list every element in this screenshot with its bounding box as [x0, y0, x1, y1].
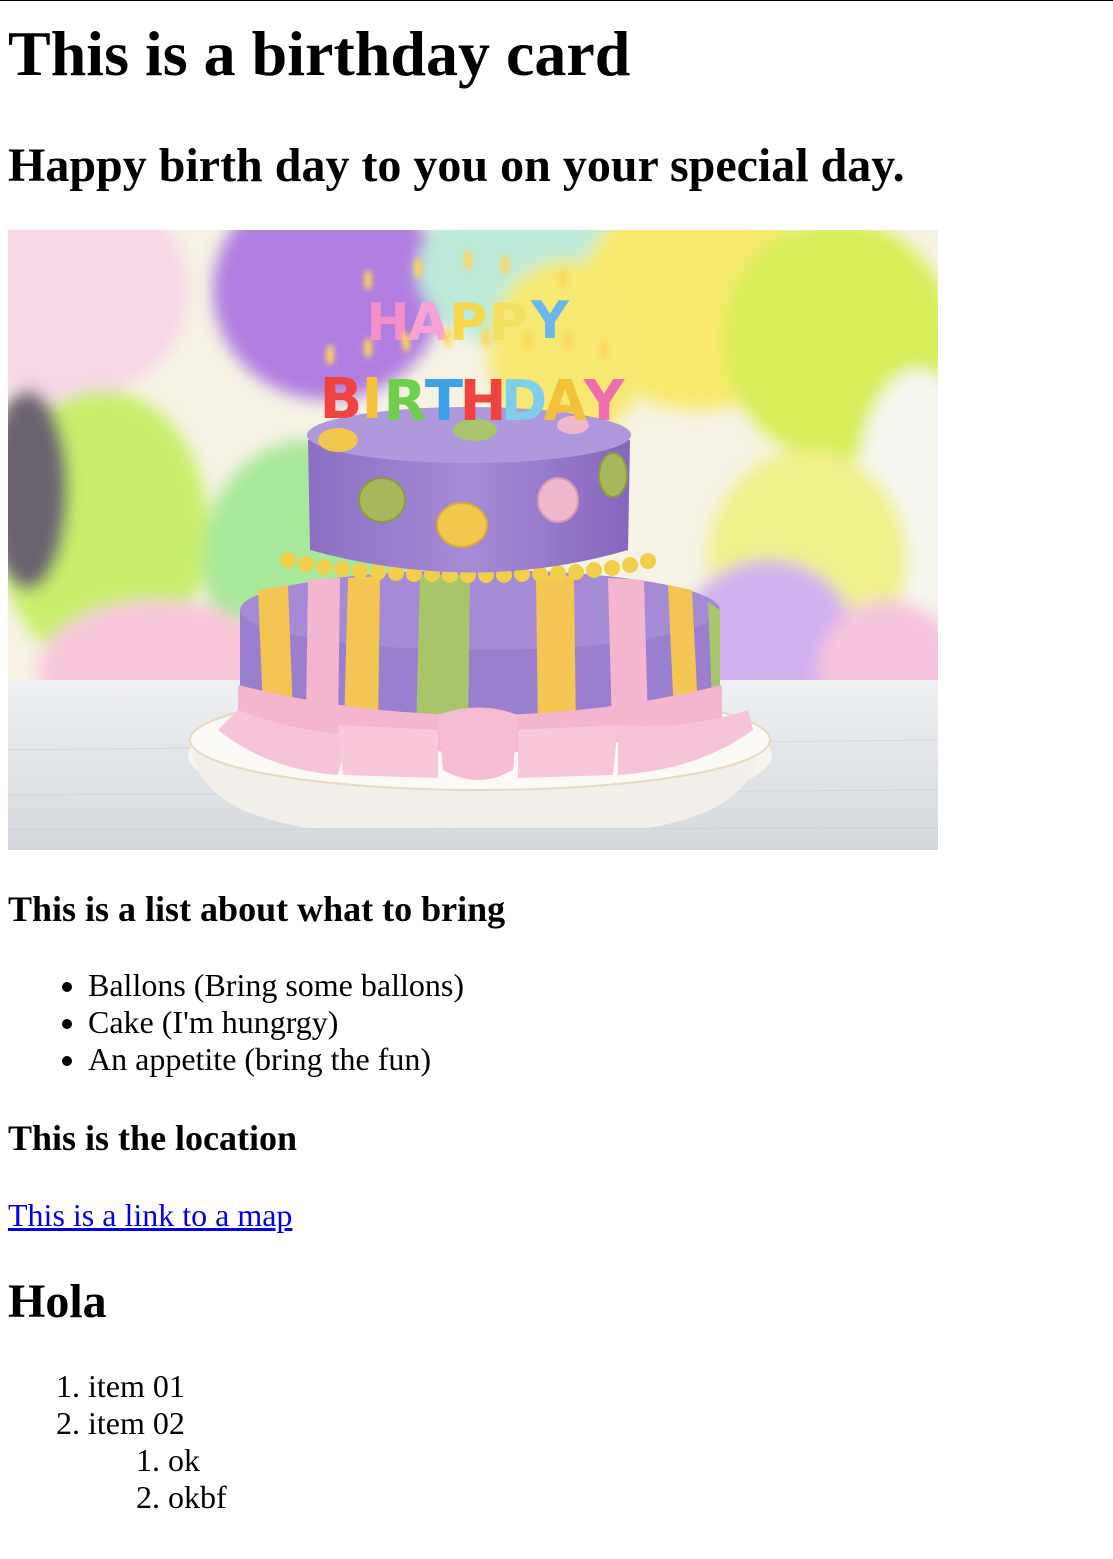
map-link[interactable]: This is a link to a map	[8, 1197, 292, 1234]
birthday-cake-image: H A P P Y B I R T H D A Y	[8, 230, 938, 850]
bring-list-heading: This is a list about what to bring	[8, 889, 506, 929]
svg-text:R: R	[383, 369, 426, 434]
top-border	[0, 0, 1113, 1]
items-list: item 01 item 02 ok okbf	[8, 1368, 227, 1516]
svg-text:H: H	[460, 369, 507, 434]
sub-list-item: ok	[168, 1442, 227, 1479]
svg-text:I: I	[362, 367, 383, 432]
list-item: Ballons (Bring some ballons)	[88, 967, 464, 1004]
page-title: This is a birthday card	[8, 18, 631, 89]
location-heading: This is the location	[8, 1118, 298, 1158]
list-item: item 01	[88, 1368, 227, 1405]
list-item-with-sublist: item 02 ok okbf	[88, 1405, 227, 1516]
sub-list-item: okbf	[168, 1479, 227, 1516]
sub-list: ok okbf	[88, 1442, 227, 1516]
svg-text:P: P	[489, 293, 527, 353]
list-item: An appetite (bring the fun)	[88, 1041, 464, 1078]
page-subtitle: Happy birth day to you on your special d…	[8, 139, 905, 192]
hola-heading: Hola	[8, 1275, 107, 1328]
svg-text:T: T	[425, 369, 463, 434]
svg-text:D: D	[501, 369, 547, 434]
svg-text:A: A	[408, 293, 448, 353]
list-item: Cake (I'm hungrgy)	[88, 1004, 464, 1041]
svg-text:B: B	[320, 367, 363, 432]
list-item-label: item 02	[88, 1405, 185, 1441]
bring-list: Ballons (Bring some ballons) Cake (I'm h…	[8, 967, 464, 1078]
svg-text:Y: Y	[583, 369, 626, 434]
svg-text:A: A	[543, 369, 587, 434]
svg-text:P: P	[449, 293, 487, 353]
